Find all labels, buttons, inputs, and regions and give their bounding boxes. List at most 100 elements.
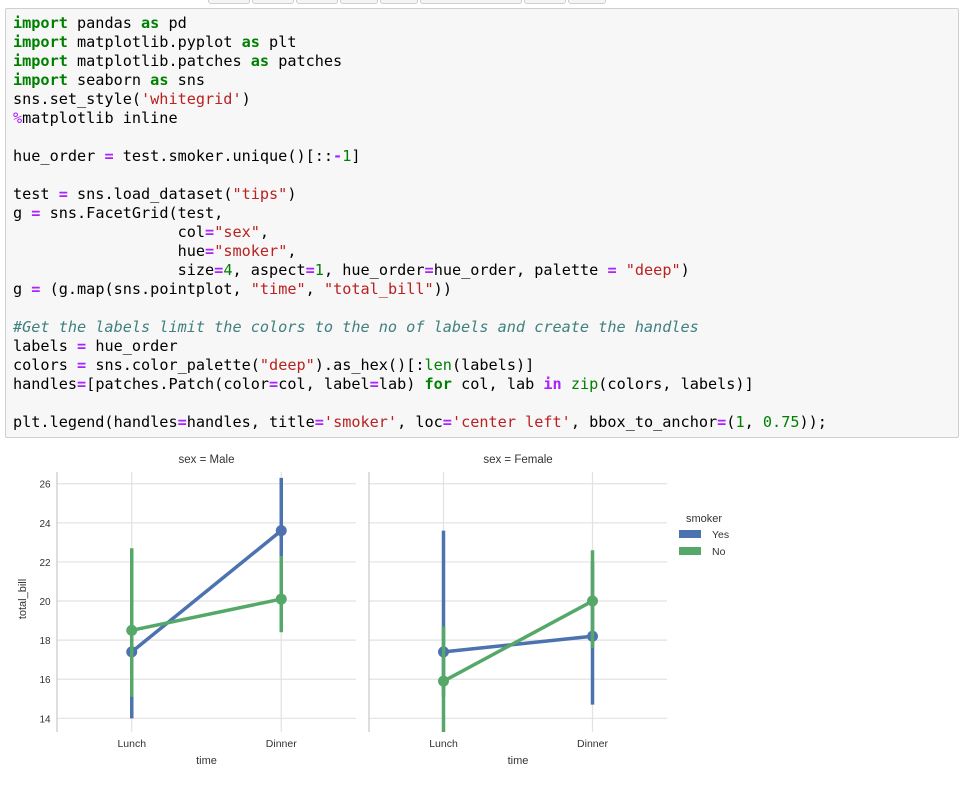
code-token: zip bbox=[570, 375, 599, 393]
code-token: = bbox=[77, 375, 87, 393]
code-token: % bbox=[13, 109, 23, 127]
code-token: seaborn bbox=[67, 71, 151, 89]
code-token: 'center left' bbox=[451, 413, 571, 431]
legend-swatch bbox=[679, 547, 701, 555]
code-token: = bbox=[305, 261, 315, 279]
code-token: pandas bbox=[67, 14, 142, 32]
output-figure: 14161820222426sex = MaleLunch Dinnertimes… bbox=[17, 454, 729, 767]
code-token: import bbox=[13, 33, 68, 51]
code-token: test.smoker.unique()[:: bbox=[113, 147, 334, 165]
facet-panel: sex = Female Lunch Dinner time bbox=[368, 454, 667, 767]
code-token: test bbox=[13, 185, 59, 203]
code-token: "sex" bbox=[214, 223, 260, 241]
code-line: colors = sns.color_palette("deep").as_he… bbox=[13, 356, 534, 374]
code-token: )); bbox=[799, 413, 827, 431]
code-token: = bbox=[104, 147, 114, 165]
legend-swatch bbox=[679, 530, 701, 538]
code-token: as bbox=[250, 52, 270, 70]
facet-title: sex = Male bbox=[179, 454, 235, 466]
code-token: matplotlib.patches bbox=[67, 52, 251, 70]
code-token: hue_order bbox=[13, 147, 105, 165]
code-token: import bbox=[13, 14, 68, 32]
code-token: = bbox=[77, 356, 87, 374]
code-token: , loc bbox=[397, 413, 443, 431]
code-token: = bbox=[369, 375, 379, 393]
x-axis-label: time bbox=[196, 755, 217, 767]
code-token: , bbox=[259, 223, 270, 241]
code-token: col, label bbox=[278, 375, 370, 393]
code-token: "deep" bbox=[259, 356, 315, 374]
code-line: import seaborn as sns bbox=[13, 71, 205, 89]
facet-title: sex = Female bbox=[483, 454, 552, 466]
code-token: = bbox=[269, 375, 279, 393]
code-token: = bbox=[424, 261, 434, 279]
code-token: handles bbox=[13, 375, 78, 393]
code-token: col, lab bbox=[451, 375, 544, 393]
code-token: sns.load_dataset( bbox=[67, 185, 233, 203]
code-token: 1 bbox=[314, 261, 324, 279]
code-line: labels = hue_order bbox=[13, 337, 178, 355]
y-tick-label: 18 bbox=[39, 636, 51, 647]
code-token: sns.color_palette( bbox=[86, 356, 260, 374]
code-line: handles=[patches.Patch(color=col, label=… bbox=[13, 375, 754, 393]
code-line: test = sns.load_dataset("tips") bbox=[13, 185, 297, 203]
x-axis-label: time bbox=[508, 755, 529, 767]
toolbar-button[interactable] bbox=[524, 0, 566, 4]
code-token: ) bbox=[241, 90, 251, 108]
toolbar-button[interactable] bbox=[252, 0, 294, 4]
code-line: g = sns.FacetGrid(test, bbox=[13, 204, 223, 222]
y-tick-label: 16 bbox=[39, 675, 51, 686]
toolbar-button[interactable] bbox=[568, 0, 606, 4]
code-cell[interactable]: import pandas as pd import matplotlib.py… bbox=[5, 8, 959, 438]
code-token: 1 bbox=[342, 147, 352, 165]
code-line: hue_order = test.smoker.unique()[::-1] bbox=[13, 147, 361, 165]
toolbar-button[interactable] bbox=[208, 0, 250, 4]
code-token: #Get the labels limit the colors to the … bbox=[13, 318, 699, 336]
y-axis-label: total_bill bbox=[17, 579, 29, 619]
code-token: = bbox=[314, 413, 324, 431]
code-token: "time" bbox=[250, 280, 306, 298]
x-tick-label: Lunch bbox=[429, 738, 458, 750]
code-token: = bbox=[214, 261, 224, 279]
code-token: ).as_hex()[: bbox=[314, 356, 425, 374]
code-token: sns.set_style( bbox=[13, 90, 142, 108]
code-editor[interactable]: import pandas as pd import matplotlib.py… bbox=[13, 14, 827, 432]
code-token: as bbox=[150, 71, 169, 89]
code-token: ) bbox=[680, 261, 690, 279]
legend: smoker Yes No bbox=[679, 513, 729, 558]
code-token: (labels)] bbox=[451, 356, 535, 374]
toolbar-button[interactable] bbox=[340, 0, 378, 4]
data-point bbox=[275, 593, 287, 605]
toolbar-button[interactable] bbox=[380, 0, 418, 4]
code-token: "smoker" bbox=[214, 242, 288, 260]
code-line: size=4, aspect=1, hue_order=hue_order, p… bbox=[13, 261, 690, 279]
code-token: as bbox=[141, 14, 160, 32]
toolbar-button[interactable] bbox=[420, 0, 522, 4]
code-token: , aspect bbox=[232, 261, 306, 279]
code-token: = bbox=[205, 242, 215, 260]
code-token: g bbox=[13, 280, 32, 298]
code-token: handles, title bbox=[186, 413, 315, 431]
code-line: plt.legend(handles=handles, title='smoke… bbox=[13, 413, 827, 431]
code-token: )) bbox=[433, 280, 452, 298]
code-token: = bbox=[58, 185, 68, 203]
code-token: len bbox=[424, 356, 452, 374]
code-token: matplotlib inline bbox=[22, 109, 178, 127]
code-token: sns.FacetGrid(test, bbox=[40, 204, 224, 222]
code-token: - bbox=[333, 147, 343, 165]
code-token: plt.legend(handles bbox=[13, 413, 178, 431]
code-token: as bbox=[241, 33, 260, 51]
code-line: %matplotlib inline bbox=[13, 109, 178, 127]
toolbar-button[interactable] bbox=[296, 0, 338, 4]
code-token: (colors, labels)] bbox=[598, 375, 754, 393]
code-token: [patches.Patch(color bbox=[86, 375, 270, 393]
code-token: 0.75 bbox=[762, 413, 800, 431]
code-token: = bbox=[442, 413, 452, 431]
facet-panel: 14 16 18 20 22 24 26 sex = Male Lunch Dinner time bbox=[39, 454, 356, 767]
code-token: pd bbox=[159, 14, 187, 32]
code-token: "total_bill" bbox=[323, 280, 434, 298]
notebook-toolbar-strip bbox=[0, 0, 960, 8]
code-token: for bbox=[424, 375, 452, 393]
